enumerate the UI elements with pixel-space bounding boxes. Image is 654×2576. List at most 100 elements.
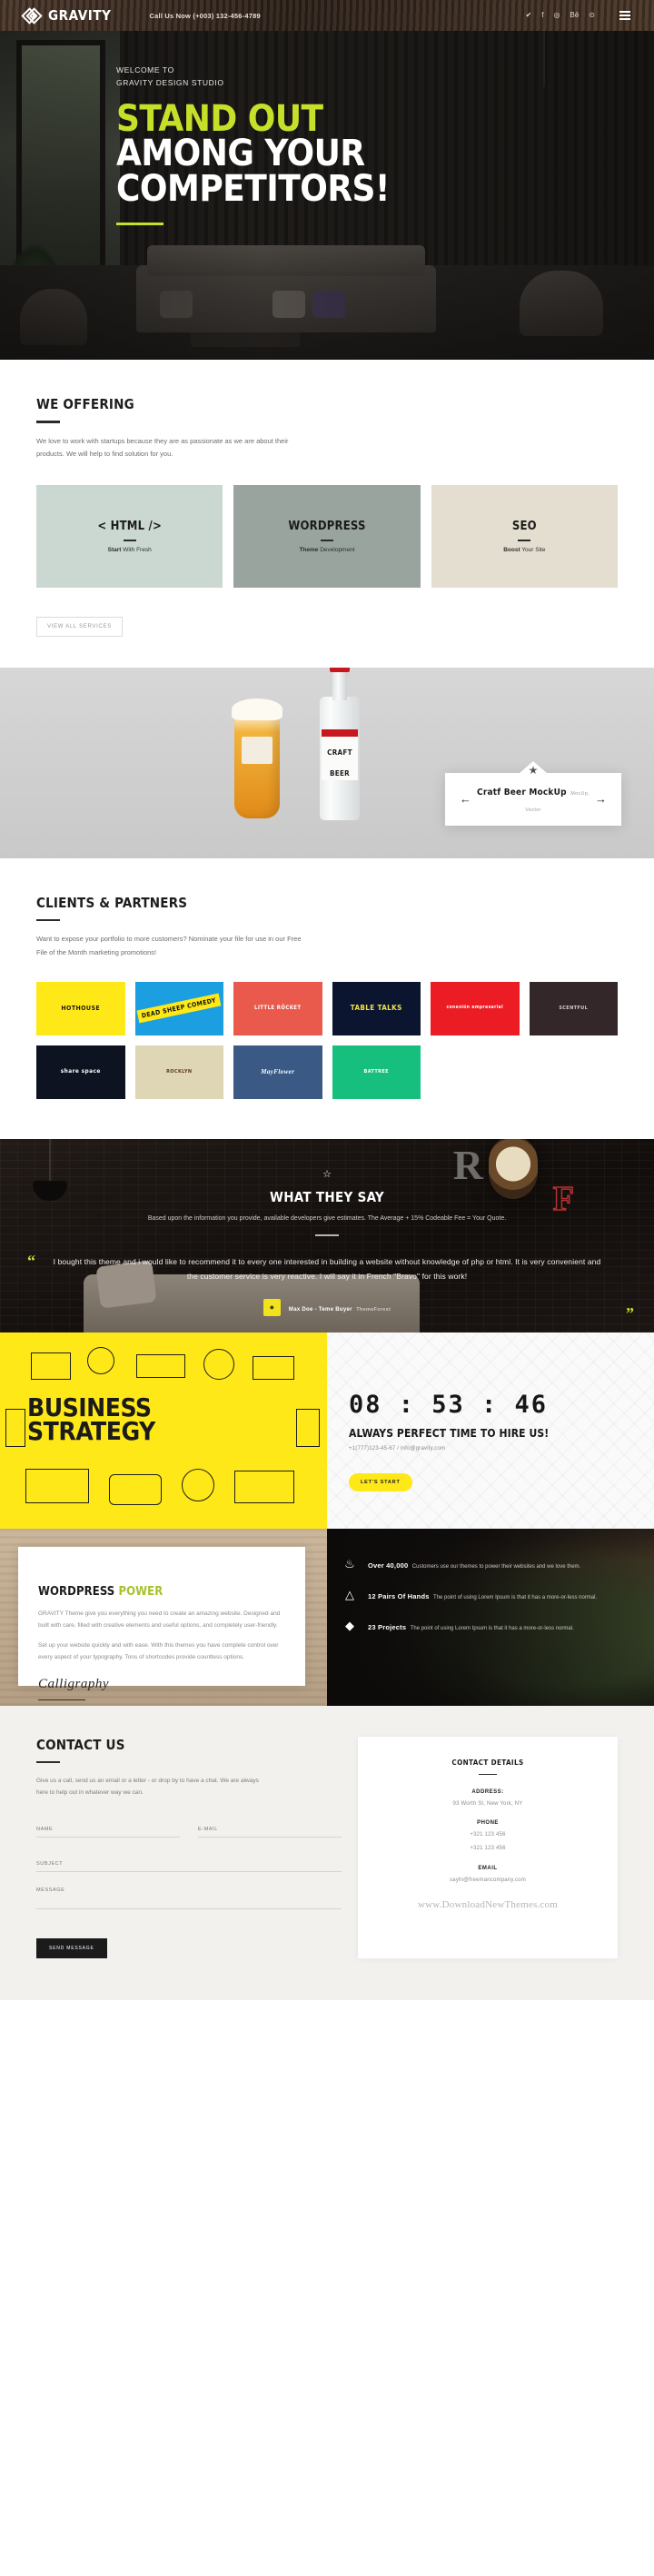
phone-value-1[interactable]: +321 123 456 <box>376 1830 600 1839</box>
clients-rule <box>36 918 60 922</box>
facebook-icon[interactable]: f <box>541 11 543 19</box>
wp-power-signature-rule <box>38 1699 85 1701</box>
contact-form-column: CONTACT US Give us a call, send us an em… <box>36 1736 342 1958</box>
name-input[interactable] <box>36 1827 180 1838</box>
contact-details-card: CONTACT DETAILS ADDRESS: 93 Worth St, Ne… <box>358 1736 618 1958</box>
contact-section: CONTACT US Give us a call, send us an em… <box>0 1705 654 2000</box>
star-icon: ☆ <box>322 1168 332 1180</box>
award-ribbon-icon: ★ <box>528 763 539 777</box>
business-strategy-illustration: BUSINESS STRATEGY <box>0 1332 327 1529</box>
testimonial-quote: I bought this theme and i would like to … <box>53 1256 601 1282</box>
hero-headline-line-1: STAND OUT <box>116 98 323 141</box>
name-field-wrap <box>36 1818 180 1838</box>
bottle-label: CRAFT BEER <box>322 728 358 780</box>
testimonial-subtitle: Based upon the information you provide, … <box>147 1214 507 1222</box>
portfolio-item-title: Cratf Beer MockUp <box>477 787 567 798</box>
client-logo-share-space[interactable]: share space <box>36 1045 125 1099</box>
hero-headline-line-3: COMPETITORS! <box>116 167 390 210</box>
contact-details-rule <box>479 1773 497 1776</box>
top-bar: GRAVITY Call Us Now (+003) 132-456-4789 … <box>0 0 654 31</box>
bottle-label-line-2: BEER <box>329 768 351 778</box>
phone-number[interactable]: Call Us Now (+003) 132-456-4789 <box>150 12 261 20</box>
hero-accent-rule <box>116 223 164 226</box>
client-logo-battree[interactable]: BATTREE <box>332 1045 421 1099</box>
offering-card-seo-sub: Boost Your Site <box>503 546 546 553</box>
beer-bottle-image: CRAFT BEER <box>320 667 360 820</box>
offering-card-rule <box>123 539 136 541</box>
wordpress-power-section: WORDPRESS POWER GRAVITY Theme give you e… <box>0 1528 654 1706</box>
email-input[interactable] <box>198 1827 342 1838</box>
stat-heading: Over 40,000 <box>368 1560 409 1570</box>
testimonial-section: R F ☆ WHAT THEY SAY Based upon the infor… <box>0 1138 654 1333</box>
client-logo-hothouse[interactable]: HOTHOUSE <box>36 981 125 1035</box>
offering-cards: < HTML /> Start With Fresh WORDPRESS The… <box>36 484 618 588</box>
testimonial-author-name: Max Doe - Teme Buyer <box>288 1307 352 1313</box>
view-all-services-button[interactable]: VIEW ALL SERVICES <box>36 616 123 637</box>
email-block: EMAIL sayhi@freemancompany.com <box>376 1866 600 1885</box>
client-logo-little-rocket[interactable]: LITTLE RÖCKET <box>233 981 322 1035</box>
clients-section: CLIENTS & PARTNERS Want to expose your p… <box>0 857 654 1139</box>
contact-rule <box>36 1760 60 1763</box>
countdown-tagline: ALWAYS PERFECT TIME TO HIRE US! <box>349 1426 550 1440</box>
stat-item: △ 12 Pairs Of Hands The point of using L… <box>342 1587 632 1603</box>
wp-power-title: WORDPRESS POWER <box>38 1585 285 1599</box>
offering-rule <box>36 421 60 423</box>
offering-title: WE OFFERING <box>36 396 134 412</box>
wp-power-paragraph-2: Set up your website quickly and with eas… <box>38 1642 279 1661</box>
offering-card-wordpress[interactable]: WORDPRESS Theme Development <box>233 484 421 588</box>
client-logo-conexion-empresarial[interactable]: conexión empresarial <box>431 981 520 1035</box>
lets-start-button[interactable]: LET'S START <box>349 1472 412 1491</box>
behance-icon[interactable]: Bē <box>570 11 580 19</box>
watermark: www.DownloadNewThemes.com <box>418 1898 558 1910</box>
hero-welcome-line-2: GRAVITY DESIGN STUDIO <box>116 78 224 88</box>
client-logo-rocklyn[interactable]: ROCKLYN <box>134 1045 223 1099</box>
email-label: EMAIL <box>478 1865 498 1871</box>
email-field-wrap <box>198 1818 342 1838</box>
quote-close-icon: ” <box>626 1303 634 1323</box>
clients-title: CLIENTS & PARTNERS <box>36 894 188 911</box>
subject-field-wrap <box>36 1853 342 1872</box>
countdown-contact[interactable]: +1(777)123-45-67 / info@gravity.com <box>349 1446 654 1451</box>
offering-card-html-sub: Start With Fresh <box>107 546 152 553</box>
subject-input[interactable] <box>36 1861 342 1872</box>
client-logo-mayflower[interactable]: MayFlower <box>233 1045 322 1099</box>
instagram-icon[interactable]: ◎ <box>554 11 560 19</box>
phone-value-2[interactable]: +321 123 456 <box>376 1844 600 1853</box>
wp-power-signature: Calligraphy <box>38 1676 110 1691</box>
client-logo-table-talks[interactable]: TABLE TALKS <box>332 981 421 1035</box>
contact-details-title: CONTACT DETAILS <box>451 1758 524 1767</box>
dribbble-icon[interactable]: ⊙ <box>589 11 595 19</box>
clients-subtitle: Want to expose your portfolio to more cu… <box>36 935 302 956</box>
twitter-icon[interactable]: ✔ <box>526 11 532 19</box>
wp-power-left-panel: WORDPRESS POWER GRAVITY Theme give you e… <box>0 1528 327 1706</box>
hamburger-menu-icon[interactable] <box>619 11 630 20</box>
contact-title: CONTACT US <box>36 1736 125 1753</box>
stat-heading: 23 Projects <box>368 1622 407 1631</box>
hero-section: WELCOME TO GRAVITY DESIGN STUDIO STAND O… <box>0 31 654 360</box>
countdown-content: 08 : 53 : 46 ALWAYS PERFECT TIME TO HIRE… <box>327 1333 654 1529</box>
email-value[interactable]: sayhi@freemancompany.com <box>376 1876 600 1885</box>
brand-logo[interactable]: GRAVITY <box>21 6 112 25</box>
phone-block: PHONE +321 123 456 +321 123 456 <box>376 1820 600 1853</box>
offering-card-seo[interactable]: SEO Boost Your Site <box>431 484 618 588</box>
brand-name: GRAVITY <box>48 7 112 24</box>
address-block: ADDRESS: 93 Worth St, New York, NY <box>376 1789 600 1808</box>
wp-power-title-accent: POWER <box>118 1584 164 1599</box>
message-input[interactable] <box>36 1887 342 1909</box>
countdown-section: BUSINESS STRATEGY 08 : 53 : 46 ALWAYS PE… <box>0 1332 654 1529</box>
offering-card-wordpress-title: WORDPRESS <box>288 519 366 533</box>
portfolio-prev-arrow[interactable]: ← <box>460 793 471 805</box>
address-label: ADDRESS: <box>471 1789 504 1796</box>
hero-welcome: WELCOME TO GRAVITY DESIGN STUDIO <box>116 64 654 89</box>
stat-heading: 12 Pairs Of Hands <box>368 1591 430 1600</box>
testimonial-rule <box>315 1234 339 1236</box>
portfolio-next-arrow[interactable]: → <box>595 793 607 805</box>
offering-card-html[interactable]: < HTML /> Start With Fresh <box>36 484 223 588</box>
hero-welcome-line-1: WELCOME TO <box>116 65 174 74</box>
client-logo-dead-sheep-comedy[interactable]: DEAD SHEEP COMEDY <box>134 981 223 1035</box>
message-field-wrap <box>36 1887 342 1914</box>
quote-open-icon: “ <box>27 1251 35 1270</box>
offering-card-rule <box>320 539 333 541</box>
send-message-button[interactable]: SEND MESSAGE <box>36 1938 107 1958</box>
client-logo-scentful[interactable]: SCENTFUL <box>529 981 618 1035</box>
